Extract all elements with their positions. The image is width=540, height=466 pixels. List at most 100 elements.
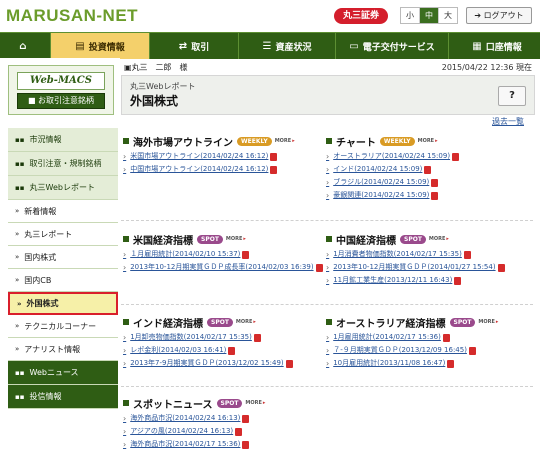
pdf-icon — [497, 263, 505, 272]
site-logo[interactable]: MARUSAN-NET — [6, 6, 138, 26]
sidebar-item-label: 国内CB — [24, 275, 52, 285]
sidebar-item-domestic-cb[interactable]: » 国内CB — [8, 269, 118, 292]
top-bar: MARUSAN-NET 丸三証券 小 中 大 ➔ ログアウト — [0, 0, 540, 32]
report-link-text: 11月鉱工業生産(2013/12/11 16:43) — [333, 276, 453, 284]
nav-assets[interactable]: ☰ 資産状況 — [239, 33, 336, 59]
grid-icon: ▪▪ — [15, 135, 25, 144]
past-list-link[interactable]: 過去一覧 — [492, 116, 524, 127]
report-link-text: ７-９月期実質ＧＤＰ(2013/12/09 16:45) — [333, 346, 467, 354]
report-link[interactable]: 2013年7-9月期実質ＧＤＰ(2013/12/02 15:49) — [123, 357, 323, 370]
webmacs-logo[interactable]: Web-MACS — [17, 72, 105, 90]
grid-icon: ▪▪ — [15, 183, 25, 192]
report-link[interactable]: レポ金利(2014/02/03 16:41) — [123, 344, 323, 357]
sidebar-item-fund-info[interactable]: ▪▪ 投信情報 — [8, 385, 118, 409]
sidebar-item-label: テクニカルコーナー — [24, 321, 97, 331]
logout-button[interactable]: ➔ ログアウト — [466, 7, 532, 24]
trade-icon: ⇄ — [178, 40, 188, 52]
pdf-icon — [442, 333, 450, 342]
sidebar-item-label: アナリスト情報 — [24, 344, 81, 354]
report-link[interactable]: ブラジル(2014/02/24 15:09) — [326, 176, 526, 189]
font-size-large-button[interactable]: 大 — [439, 8, 457, 23]
sidebar-item-caution[interactable]: ▪▪ 取引注意・規制銘柄 — [8, 152, 118, 176]
grid-icon: ▪▪ — [15, 368, 25, 377]
nav-trade[interactable]: ⇄ 取引 — [150, 33, 239, 59]
report-link[interactable]: 11月鉱工業生産(2013/12/11 16:43) — [326, 274, 526, 287]
pdf-icon — [242, 440, 250, 449]
sidebar-item-new[interactable]: » 新着情報 — [8, 200, 118, 223]
section-title: 海外市場アウトライン WEEKLY MORE — [123, 134, 323, 149]
pdf-icon — [285, 359, 293, 368]
section-overseas-outline: 海外市場アウトライン WEEKLYMORE 米国市場アウトライン(2014/02/… — [123, 134, 323, 176]
timestamp: 2015/04/22 12:36 現在 — [441, 63, 532, 72]
nav-investment-info[interactable]: ▤ 投資情報 — [51, 33, 150, 59]
sidebar-item-label: 外国株式 — [26, 299, 59, 308]
report-link-text: 海外商品市況(2014/02/17 15:36) — [130, 440, 241, 448]
more-link[interactable]: MORE — [478, 319, 498, 325]
sidebar-item-domestic-stocks[interactable]: » 国内株式 — [8, 246, 118, 269]
report-link[interactable]: 1月卸売物価指数(2014/02/17 15:35) — [123, 331, 323, 344]
report-link-text: 1月消費者物価指数(2014/02/17 15:35) — [333, 250, 462, 258]
square-icon — [326, 236, 332, 242]
more-link[interactable]: MORE — [245, 400, 265, 406]
report-link-text: レポ金利(2014/02/03 16:41) — [130, 346, 227, 354]
sidebar-item-technical[interactable]: » テクニカルコーナー — [8, 315, 118, 338]
report-link[interactable]: 2013年10-12月期実質ＧＤＰ(2014/01/27 15:54) — [326, 261, 526, 274]
section-title: スポットニュース SPOT MORE — [123, 396, 323, 411]
grid-icon: ▪▪ — [15, 159, 25, 168]
report-label: 丸三Webレポート — [130, 82, 196, 91]
help-button[interactable]: ? — [498, 86, 526, 106]
nav-electronic-delivery[interactable]: ▭ 電子交付サービス — [336, 33, 449, 59]
section-title: インド経済指標 SPOT MORE — [123, 315, 323, 330]
page-header: 丸三Webレポート 外国株式 ? — [121, 75, 535, 115]
sidebar-item-label: 市況情報 — [29, 135, 62, 144]
pdf-icon — [431, 191, 439, 200]
report-link[interactable]: 豪銀関連(2014/02/24 15:09) — [326, 189, 526, 202]
report-link[interactable]: アジアの風(2014/02/24 16:13) — [123, 425, 323, 438]
sidebar-item-marusan-report[interactable]: » 丸三レポート — [8, 223, 118, 246]
section-title: 米国経済指標 SPOT MORE — [123, 232, 323, 247]
nav-account-info[interactable]: ▦ 口座情報 — [449, 33, 540, 59]
user-name-text: 丸三 二郎 様 — [131, 63, 188, 72]
pdf-icon — [242, 250, 250, 259]
sidebar-item-foreign-stocks[interactable]: » 外国株式 — [8, 292, 118, 315]
section-divider — [121, 386, 533, 387]
sidebar: Web-MACS ■ お取引注意銘柄 ▪▪ 市況情報 ▪▪ 取引注意・規制銘柄 ▪▪… — [0, 58, 120, 466]
sidebar-item-web-news[interactable]: ▪▪ Webニュース — [8, 361, 118, 385]
more-link[interactable]: MORE — [275, 138, 295, 144]
report-link[interactable]: インド(2014/02/24 15:09) — [326, 163, 526, 176]
report-link[interactable]: １月雇用統計(2014/02/10 15:37) — [123, 248, 323, 261]
sidebar-item-market[interactable]: ▪▪ 市況情報 — [8, 128, 118, 152]
sidebar-item-web-report[interactable]: ▪▪ 丸三Webレポート — [8, 176, 118, 200]
report-link[interactable]: 1月雇用統計(2014/02/17 15:36) — [326, 331, 526, 344]
report-link[interactable]: 海外商品市況(2014/02/24 16:13) — [123, 412, 323, 425]
report-link[interactable]: 海外商品市況(2014/02/17 15:36) — [123, 438, 323, 451]
report-link[interactable]: 中国市場アウトライン(2014/02/24 16:12) — [123, 163, 323, 176]
report-link[interactable]: 米国市場アウトライン(2014/02/24 16:12) — [123, 150, 323, 163]
report-link[interactable]: 2013年10-12月期実質ＧＤＰ成長率(2014/02/03 16:39) — [123, 261, 323, 274]
logout-icon: ➔ — [474, 11, 484, 20]
font-size-small-button[interactable]: 小 — [401, 8, 420, 23]
report-link[interactable]: オーストラリア(2014/02/24 15:09) — [326, 150, 526, 163]
report-link-text: 1月卸売物価指数(2014/02/17 15:35) — [130, 333, 252, 341]
report-link[interactable]: ７-９月期実質ＧＤＰ(2013/12/09 16:45) — [326, 344, 526, 357]
brand-badge: 丸三証券 — [334, 8, 388, 24]
user-name: ▣丸三 二郎 様 — [124, 62, 188, 73]
report-link[interactable]: 1月消費者物価指数(2014/02/17 15:35) — [326, 248, 526, 261]
weekly-tag: WEEKLY — [237, 136, 272, 146]
more-link[interactable]: MORE — [236, 319, 256, 325]
sidebar-item-label: 取引注意・規制銘柄 — [29, 159, 102, 168]
sidebar-item-label: Webニュース — [29, 368, 79, 377]
pdf-icon — [270, 165, 278, 174]
more-link[interactable]: MORE — [429, 236, 449, 242]
chevron-right-icon: » — [15, 253, 20, 261]
nav-home[interactable]: ⌂ — [0, 33, 51, 59]
pdf-icon — [315, 263, 323, 272]
report-link[interactable]: 10月雇用統計(2013/11/08 16:47) — [326, 357, 526, 370]
caution-stocks-button[interactable]: ■ お取引注意銘柄 — [17, 93, 105, 109]
chevron-right-icon: » — [15, 322, 20, 330]
sidebar-item-analyst[interactable]: » アナリスト情報 — [8, 338, 118, 361]
font-size-medium-button[interactable]: 中 — [420, 8, 439, 23]
more-link[interactable]: MORE — [226, 236, 246, 242]
more-link[interactable]: MORE — [418, 138, 438, 144]
section-divider — [121, 304, 533, 305]
